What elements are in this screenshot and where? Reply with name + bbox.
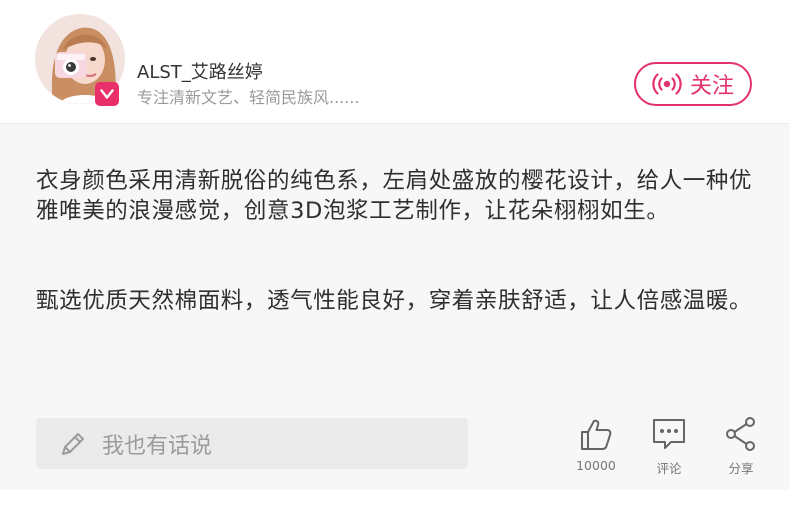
- comment-button[interactable]: 评论: [639, 416, 699, 477]
- author-header: ALST_艾路丝婷 专注清新文艺、轻简民族风...... 关注: [0, 0, 790, 124]
- comment-label: 评论: [656, 461, 682, 476]
- bottom-strip: [0, 490, 790, 525]
- author-bio: 专注清新文艺、轻简民族风......: [137, 88, 360, 107]
- post-paragraph: 衣身颜色采用清新脱俗的纯色系，左肩处盛放的樱花设计，给人一种优雅唯美的浪漫感觉，…: [36, 168, 753, 224]
- comment-placeholder: 我也有话说: [102, 433, 213, 459]
- post-paragraph: 甄选优质天然棉面料，透气性能良好，穿着亲肤舒适，让人倍感温暖。: [36, 288, 753, 314]
- broadcast-icon: [652, 73, 682, 95]
- share-icon: [726, 417, 755, 451]
- like-button[interactable]: 10000: [566, 416, 626, 473]
- like-count: 10000: [576, 458, 616, 473]
- post-content: 衣身颜色采用清新脱俗的纯色系，左肩处盛放的樱花设计，给人一种优雅唯美的浪漫感觉，…: [0, 124, 790, 490]
- comment-input[interactable]: 我也有话说: [36, 418, 468, 469]
- follow-label: 关注: [689, 74, 734, 99]
- author-name[interactable]: ALST_艾路丝婷: [137, 62, 263, 84]
- pencil-icon: [62, 432, 84, 455]
- share-button[interactable]: 分享: [711, 416, 771, 477]
- share-label: 分享: [728, 461, 754, 476]
- follow-button[interactable]: 关注: [634, 62, 752, 106]
- verified-v-icon: [95, 82, 119, 106]
- thumbs-up-icon: [581, 419, 612, 450]
- comment-icon: [653, 419, 685, 449]
